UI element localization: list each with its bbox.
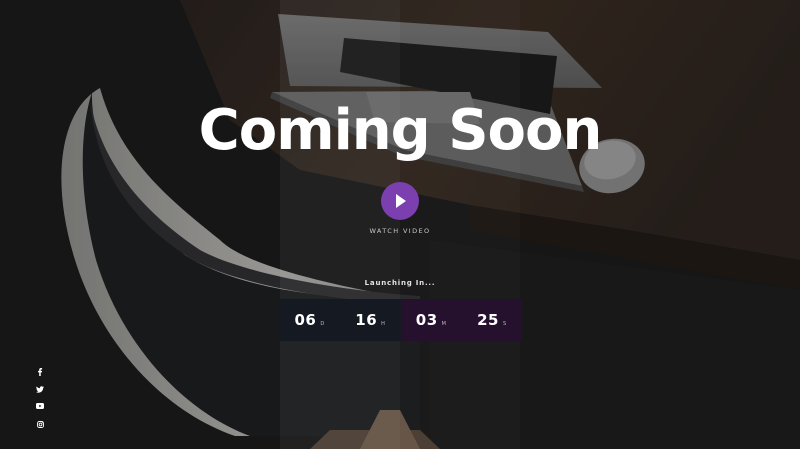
watch-video-play-button[interactable] (381, 182, 419, 220)
youtube-link[interactable] (34, 400, 46, 412)
instagram-icon (36, 420, 44, 428)
watch-video-label[interactable]: WATCH VIDEO (0, 227, 800, 235)
twitter-icon (36, 385, 44, 393)
countdown-seconds: 25 S (461, 299, 522, 341)
countdown-minutes-unit: M (441, 321, 446, 327)
countdown-minutes-value: 03 (415, 311, 438, 329)
countdown-timer: 06 D 16 H 03 M 25 S (279, 299, 522, 341)
facebook-link[interactable] (34, 366, 46, 378)
countdown-hours-value: 16 (355, 311, 378, 329)
play-icon (396, 194, 406, 208)
countdown-minutes: 03 M (400, 299, 462, 341)
countdown-days: 06 D (279, 299, 340, 341)
launching-in-label: Launching In... (364, 279, 436, 287)
background-photo (0, 0, 800, 449)
countdown-days-value: 06 (294, 311, 317, 329)
youtube-icon (36, 403, 44, 409)
instagram-link[interactable] (34, 418, 46, 430)
countdown-days-unit: D (320, 321, 325, 327)
twitter-link[interactable] (34, 383, 46, 395)
countdown-hours: 16 H (339, 299, 401, 341)
countdown-seconds-unit: S (502, 321, 507, 327)
page-title: Coming Soon (198, 98, 603, 163)
countdown-hours-unit: H (381, 321, 385, 327)
facebook-icon (38, 368, 43, 376)
countdown-seconds-value: 25 (477, 311, 499, 329)
